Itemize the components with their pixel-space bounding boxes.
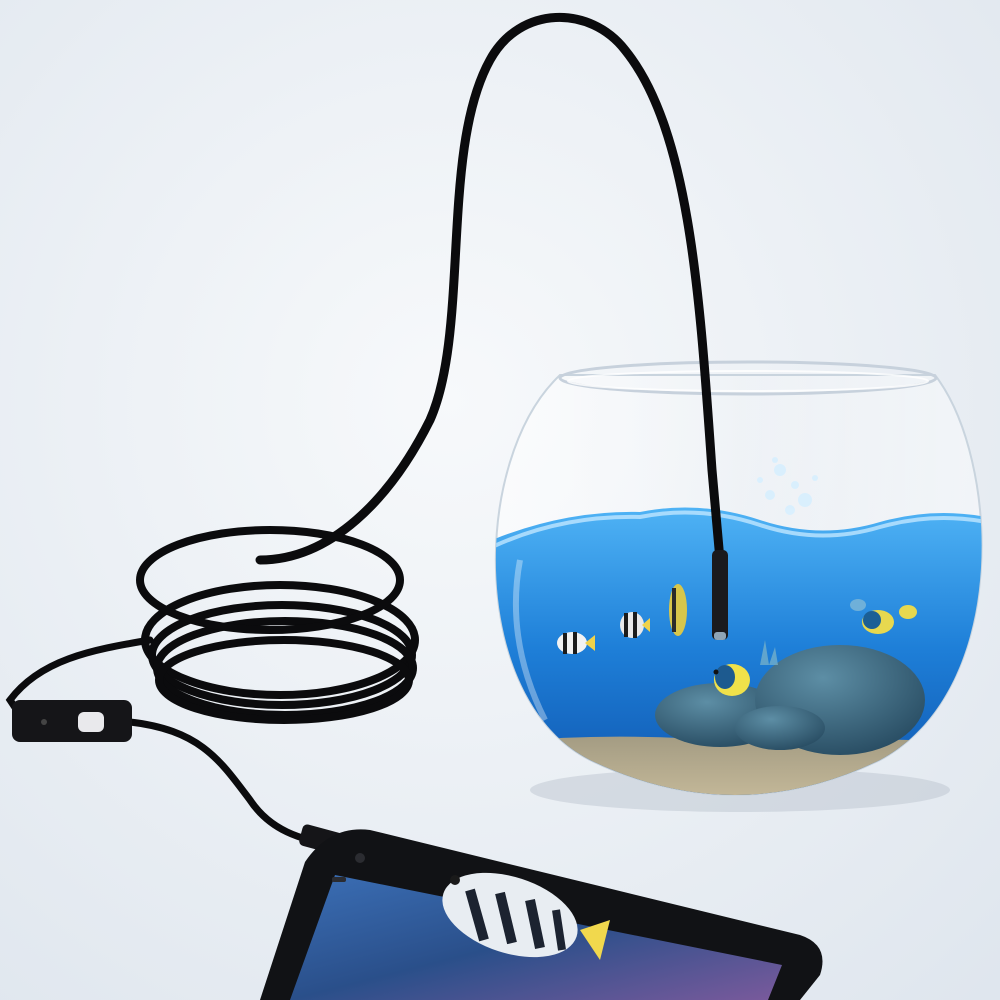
dimmer-wheel bbox=[78, 712, 104, 732]
speaker bbox=[332, 877, 346, 882]
fish bbox=[669, 584, 687, 636]
rock bbox=[735, 706, 825, 750]
camera-lens bbox=[714, 632, 726, 640]
led-dimmer-switch bbox=[12, 700, 132, 742]
product-scene bbox=[0, 0, 1000, 1000]
scene-illustration bbox=[0, 0, 1000, 1000]
camera-head bbox=[712, 550, 728, 640]
fish bbox=[862, 610, 894, 634]
front-camera bbox=[355, 853, 365, 863]
